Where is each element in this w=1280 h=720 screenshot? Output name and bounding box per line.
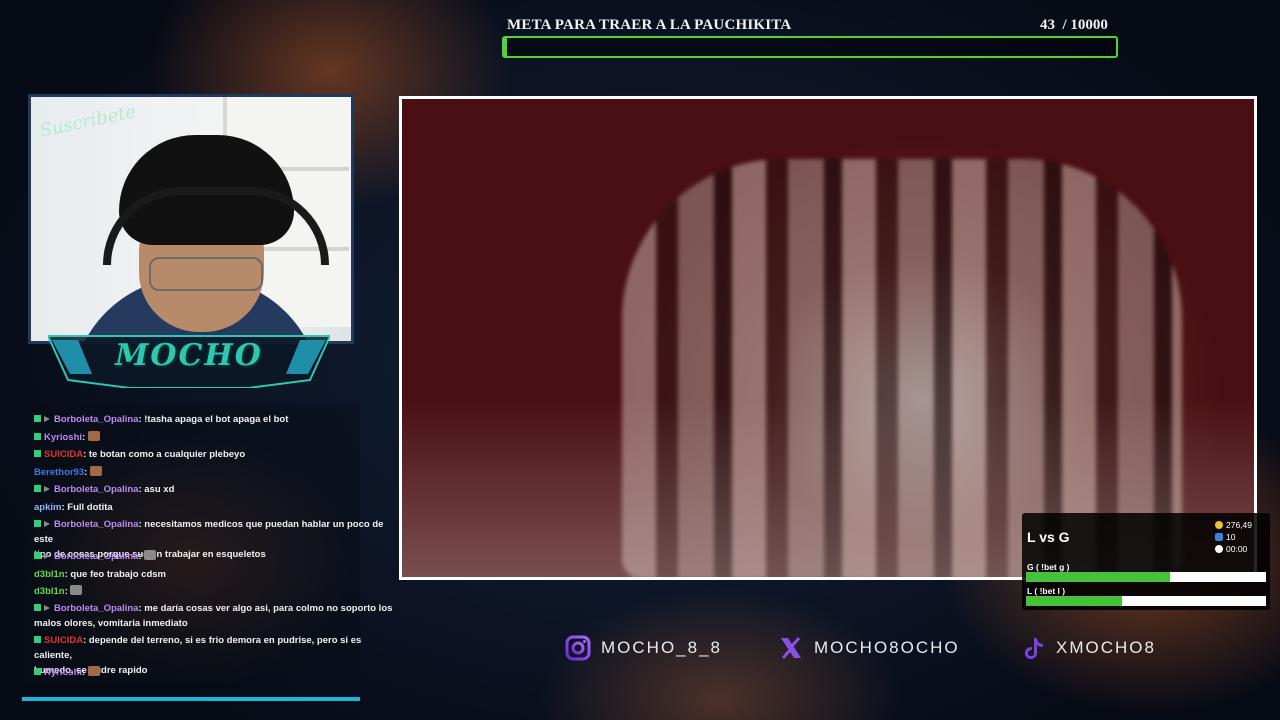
social-instagram[interactable]: MOCHO_8_8 [565,634,722,662]
chat-username[interactable]: Borboleta_Opalina [54,603,138,614]
chat-username[interactable]: d3bl1n [34,586,65,597]
chat-text: : que feo trabajo cdsm [64,569,166,580]
chat-text: : me daría cosas ver algo asi, para colm… [138,603,393,614]
chat-emote-icon [144,550,157,560]
tiktok-handle: XMOCHO8 [1056,638,1156,657]
instagram-icon [565,635,591,661]
option-l-label: L ( !bet l ) [1027,586,1066,596]
option-g-bar [1026,572,1266,582]
chat-text: : [84,467,88,478]
chat-text: : Full dotita [61,502,113,513]
chat-message: Kyrioshi: [34,430,394,445]
clock-icon [1215,545,1223,553]
coin-icon [1215,521,1223,529]
instagram-handle: MOCHO_8_8 [601,638,722,657]
points-value: 276,49 [1226,520,1252,530]
subscriber-badge-icon [44,605,50,611]
social-tiktok[interactable]: XMOCHO8 [1020,634,1156,662]
chat-text: : [64,586,68,597]
chat-text: : depende del terreno, si es frio demora… [34,635,362,661]
option-g-fill [1026,572,1170,582]
streamer-logo: MOCHO [46,330,332,389]
chat-username[interactable]: Kyrioshi [44,432,82,443]
goal-progress-bar [502,36,1118,58]
chat-username[interactable]: d3bl1n [34,569,65,580]
prediction-widget: L vs G 276,49 10 00:00 G ( !bet g ) L ( … [1022,513,1270,610]
chat-message: Kyrioshi: [34,665,394,680]
moderator-badge-icon [34,433,41,440]
subscriber-badge-icon [44,521,50,527]
chat-text-continued: malos olores, vomitaria inmediato [34,618,188,629]
moderator-badge-icon [34,415,41,422]
chat-message: d3bl1n: que feo trabajo cdsm [34,567,394,582]
moderator-badge-icon [34,450,41,457]
goal-count: 43 / 10000 [1040,17,1108,34]
subscriber-badge-icon [44,486,50,492]
chat-username[interactable]: Berethor93 [34,467,84,478]
webcam-feed: Suscribete [28,94,354,344]
chat-username[interactable]: Borboleta_Opalina [54,551,138,562]
users-icon [1215,533,1223,541]
moderator-badge-icon [34,552,41,559]
chat-message: d3bl1n: [34,584,394,599]
moderator-badge-icon [34,668,41,675]
chat-emote-icon [87,666,100,676]
moderator-badge-icon [34,636,41,643]
goal-title: META PARA TRAER A LA PAUCHIKITA [507,17,792,33]
moderator-badge-icon [34,485,41,492]
video-player[interactable] [399,96,1257,580]
moderator-badge-icon [34,520,41,527]
prediction-points: 276,49 [1215,520,1252,530]
x-handle: MOCHO8OCHO [814,638,960,657]
goal-total: / 10000 [1062,17,1108,33]
x-icon [781,637,801,659]
chat-message: Borboleta_Opalina: [34,549,394,564]
chat-emote-icon [70,585,83,595]
option-l-bar [1026,596,1266,606]
tiktok-icon [1025,638,1043,659]
prediction-title: L vs G [1027,529,1070,545]
chat-text: : [82,667,86,678]
chat-message: Borboleta_Opalina: me daría cosas ver al… [34,601,394,631]
chat-username[interactable]: Borboleta_Opalina [54,519,138,530]
chat-username[interactable]: Kyrioshi [44,667,82,678]
logo-text: MOCHO [115,338,263,373]
option-g-label: G ( !bet g ) [1027,562,1070,572]
chat-username[interactable]: Borboleta_Opalina [54,414,138,425]
chat-username[interactable]: apkim [34,502,61,513]
glasses [149,257,263,291]
chat-scroll-indicator [22,697,360,701]
option-l-fill [1026,596,1122,606]
chat-username[interactable]: SUICIDA [44,449,83,460]
timer-value: 00:00 [1226,544,1248,554]
goal-progress-fill [504,38,507,56]
goal-current: 43 [1040,17,1055,33]
moderator-badge-icon [34,604,41,611]
subscriber-badge-icon [44,416,50,422]
chat-username[interactable]: Borboleta_Opalina [54,484,138,495]
chat-message: Berethor93: [34,465,394,480]
chat-panel: Borboleta_Opalina: !tasha apaga el bot a… [22,404,392,684]
prediction-timer: 00:00 [1215,544,1247,554]
chat-text: : asu xd [138,484,175,495]
chat-text: : te botan como a cualquier plebeyo [83,449,246,460]
chat-message: Borboleta_Opalina: asu xd [34,482,394,497]
chat-emote-icon [89,466,102,476]
subscriber-badge-icon [44,553,50,559]
chat-message: SUICIDA: te botan como a cualquier plebe… [34,447,394,462]
social-x[interactable]: MOCHO8OCHO [778,634,960,662]
chat-emote-icon [87,431,100,441]
users-value: 10 [1226,532,1236,542]
chat-message: Borboleta_Opalina: !tasha apaga el bot a… [34,412,394,427]
chat-username[interactable]: SUICIDA [44,635,83,646]
chat-text: : !tasha apaga el bot apaga el bot [138,414,289,425]
chat-message: apkim: Full dotita [34,500,394,515]
chat-text: : [82,432,86,443]
prediction-users: 10 [1215,532,1235,542]
chat-text: : [138,551,142,562]
